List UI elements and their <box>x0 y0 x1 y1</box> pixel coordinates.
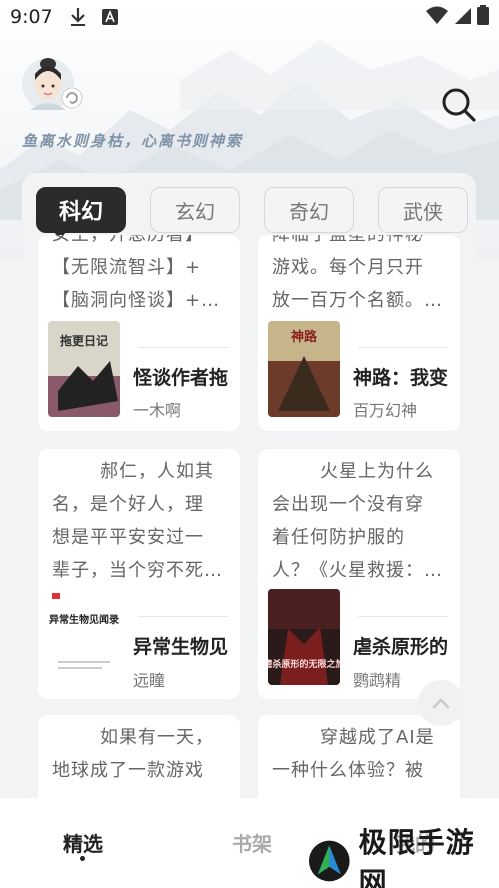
book-cover: 异常生物见闻录 <box>48 589 120 685</box>
book-cover: 拖更日记 <box>48 321 120 417</box>
watermark-logo-icon <box>308 840 350 882</box>
tab-xuanhuan[interactable]: 玄幻 <box>150 187 240 233</box>
category-tabs: 科幻 玄幻 奇幻 武侠 <box>36 187 476 239</box>
book-title: 虐杀原形的 <box>353 636 449 658</box>
divider <box>138 347 228 348</box>
book-card[interactable]: 火星上为什么 会出现一个没有穿 着任何防护服的 人？《火星救援：… 虐杀原形的无… <box>258 449 460 699</box>
book-cover: 神路 <box>268 321 340 417</box>
book-description: 降临了蓝星的神秘 游戏。每个月只开 放一百万个名额。… <box>272 235 443 311</box>
tab-scifi[interactable]: 科幻 <box>36 187 126 239</box>
book-description: 郝仁，人如其 名，是个好人，理 想是平平安安过一 辈子，当个穷不死… <box>52 461 223 581</box>
wifi-icon <box>425 5 449 30</box>
book-description: 如果有一天， 地球成了一款游戏 <box>52 727 214 781</box>
category-panel: 科幻 玄幻 奇幻 武侠 女主，开急历看】 【无限流智斗】+ 【脑洞向怪谈】+… … <box>22 173 476 803</box>
watermark: 极限手游网 <box>308 826 499 888</box>
status-bar: 9:07 <box>0 0 499 34</box>
search-button[interactable] <box>440 86 478 124</box>
cover-text: 异常生物见闻录 <box>49 613 119 626</box>
status-time: 9:07 <box>10 6 53 28</box>
watermark-text: 极限手游网 <box>358 826 475 888</box>
book-cover: 虐杀原形的无限之旅 <box>268 589 340 685</box>
book-card[interactable]: 郝仁，人如其 名，是个好人，理 想是平平安安过一 辈子，当个穷不死… 异常生物见… <box>38 449 240 699</box>
book-card[interactable]: 如果有一天， 地球成了一款游戏 <box>38 715 240 803</box>
avatar[interactable] <box>22 56 84 112</box>
back-to-top-button[interactable] <box>418 680 464 726</box>
book-title: 神路：我变 <box>353 367 449 389</box>
search-icon <box>442 88 476 122</box>
book-card[interactable]: 穿越成了AI是 一种什么体验？被 <box>258 715 460 803</box>
font-a-icon <box>99 6 121 28</box>
cover-text: 神路 <box>291 329 318 345</box>
tab-wuxia[interactable]: 武侠 <box>378 187 468 233</box>
chevron-up-icon <box>432 698 450 709</box>
book-card[interactable]: 女主，开急历看】 【无限流智斗】+ 【脑洞向怪谈】+… 拖更日记 怪谈作者拖 一… <box>38 235 240 431</box>
book-description: 穿越成了AI是 一种什么体验？被 <box>272 727 435 781</box>
book-author: 鹦鹉精 <box>353 671 402 690</box>
book-description: 火星上为什么 会出现一个没有穿 着任何防护服的 人？《火星救援：… <box>272 461 443 581</box>
signal-icon <box>453 5 473 30</box>
active-indicator <box>80 856 85 861</box>
cover-text: 拖更日记 <box>60 333 108 348</box>
download-icon <box>67 6 89 28</box>
tab-fantasy[interactable]: 奇幻 <box>264 187 354 233</box>
divider <box>358 347 448 348</box>
book-author: 百万幻神 <box>353 401 418 420</box>
nav-featured[interactable]: 精选 <box>63 828 103 857</box>
book-author: 远瞳 <box>133 671 166 690</box>
cover-text: 虐杀原形的无限之旅 <box>268 658 340 670</box>
book-card[interactable]: 降临了蓝星的神秘 游戏。每个月只开 放一百万个名额。… 神路 神路：我变 百万幻… <box>258 235 460 431</box>
book-title: 异常生物见 <box>133 636 229 658</box>
battery-icon <box>477 4 489 30</box>
divider <box>138 616 228 617</box>
header-slogan: 鱼离水则身枯，心离书则神索 <box>22 132 244 150</box>
nav-bookshelf[interactable]: 书架 <box>232 828 272 857</box>
book-description: 女主，开急历看】 【无限流智斗】+ 【脑洞向怪谈】+… <box>52 235 221 311</box>
book-title: 怪谈作者拖 <box>133 367 229 389</box>
book-author: 一木啊 <box>133 401 182 420</box>
divider <box>358 616 448 617</box>
